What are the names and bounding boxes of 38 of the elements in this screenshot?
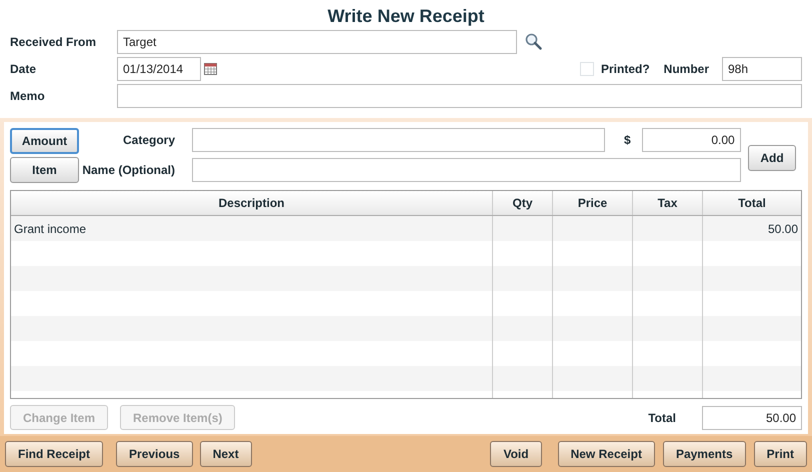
toggle-button[interactable]: Amount — [10, 128, 79, 154]
text-field[interactable]: Target — [117, 30, 517, 54]
currency-label: $ — [624, 132, 631, 149]
memo-field[interactable] — [117, 84, 802, 108]
footer-button[interactable]: Find Receipt — [5, 441, 104, 467]
footer-button[interactable]: Previous — [116, 441, 193, 467]
footer-button[interactable]: Payments — [662, 441, 746, 467]
date-field[interactable]: 01/13/2014 — [117, 56, 201, 80]
toggle-button[interactable]: Item — [10, 157, 79, 183]
total-label: Total — [648, 410, 676, 426]
add-button[interactable]: Add — [748, 145, 796, 171]
field-label: Memo — [10, 88, 46, 104]
column-header: Tax — [632, 191, 702, 215]
amount-field[interactable]: 0.00 — [642, 128, 741, 152]
table-cell-text: Grant income — [13, 220, 88, 238]
footer-button[interactable]: Void — [490, 441, 542, 467]
checkbox[interactable] — [580, 62, 594, 76]
search-icon[interactable] — [525, 33, 542, 50]
footer-button[interactable]: New Receipt — [558, 441, 655, 467]
field-label: Number — [664, 60, 709, 78]
calendar-icon[interactable] — [204, 62, 217, 74]
text-field[interactable] — [192, 158, 741, 182]
category-field[interactable] — [192, 128, 605, 152]
table-cell: 50.00 — [702, 216, 801, 241]
footer-button[interactable]: Next — [200, 441, 252, 467]
field-label: Received From — [10, 34, 98, 50]
column-header: Price — [552, 191, 632, 215]
checkbox-label: Printed? — [600, 60, 650, 78]
total-field[interactable]: 50.00 — [702, 406, 802, 430]
field-label: Name (Optional) — [81, 162, 175, 179]
text-field[interactable]: 98h — [722, 56, 802, 80]
column-header: Description — [217, 195, 286, 212]
column-header: Total — [702, 191, 801, 215]
field-label: Date — [10, 60, 38, 78]
footer-button[interactable]: Print — [754, 441, 807, 467]
column-header: Qty — [492, 191, 552, 215]
field-label: Category — [122, 132, 175, 149]
window-title: Write New Receipt — [326, 5, 486, 28]
